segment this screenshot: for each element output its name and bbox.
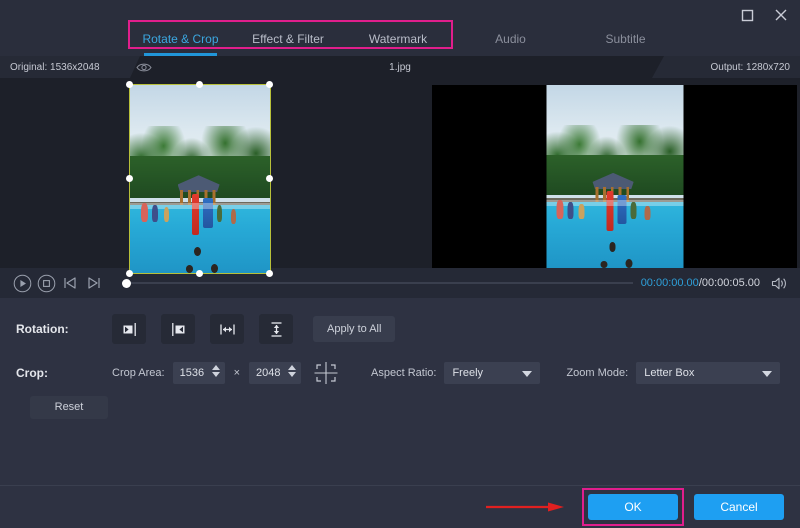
stop-icon[interactable] (34, 271, 58, 295)
video-editor-window: Rotate & Crop Effect & Filter Watermark … (0, 0, 800, 528)
timecode-display: 00:00:00.00/00:00:05.00 (641, 277, 760, 289)
volume-icon[interactable] (768, 272, 790, 294)
zoom-mode-select[interactable]: Letter Box (636, 362, 780, 384)
flip-horizontal-icon[interactable] (210, 314, 244, 344)
crop-height-stepper[interactable]: 2048 (249, 362, 301, 384)
zoom-mode-value: Letter Box (644, 367, 694, 379)
output-image (546, 85, 683, 268)
apply-to-all-button[interactable]: Apply to All (313, 316, 395, 342)
next-frame-icon[interactable] (82, 271, 106, 295)
current-time: 00:00:00.00 (641, 277, 699, 289)
crop-handle-top-right[interactable] (266, 81, 273, 88)
rotation-label: Rotation: (16, 322, 112, 336)
tab-rotate-crop-label: Rotate & Crop (142, 32, 218, 46)
crop-label: Crop: (16, 366, 112, 380)
reset-label: Reset (55, 401, 84, 413)
tab-effect-filter-label: Effect & Filter (252, 32, 324, 46)
crop-height-increment[interactable] (288, 365, 296, 370)
crop-width-value: 1536 (180, 367, 204, 379)
apply-to-all-label: Apply to All (327, 323, 381, 335)
play-icon[interactable] (10, 271, 34, 295)
crop-handle-middle-left[interactable] (126, 175, 133, 182)
chevron-down-icon[interactable] (762, 371, 772, 377)
crop-height-value: 2048 (256, 367, 280, 379)
preview-area (0, 78, 800, 268)
crop-width-increment[interactable] (212, 365, 220, 370)
crop-area-label: Crop Area: (112, 367, 165, 379)
multiply-symbol: × (234, 367, 240, 379)
crop-row: Crop: Crop Area: 1536 × 2048 (16, 360, 784, 386)
aspect-ratio-select[interactable]: Freely (444, 362, 540, 384)
timeline-track[interactable] (128, 282, 633, 284)
crop-height-spin-arrows[interactable] (288, 365, 296, 377)
tab-audio-label: Audio (495, 32, 526, 46)
reset-button[interactable]: Reset (30, 396, 108, 419)
tab-effect-filter[interactable]: Effect & Filter (233, 22, 343, 56)
rotation-row: Rotation: (16, 312, 784, 346)
original-size-label: Original: 1536x2048 (0, 56, 130, 78)
info-strip: 1.jpg Original: 1536x2048 Output: 1280x7… (0, 56, 800, 78)
cancel-button[interactable]: Cancel (694, 494, 784, 520)
crop-handle-bottom-left[interactable] (126, 270, 133, 277)
crop-handle-top-center[interactable] (196, 81, 203, 88)
output-size-label: Output: 1280x720 (664, 56, 800, 78)
footer-bar: OK Cancel (0, 485, 800, 528)
red-arrow-icon (486, 502, 564, 512)
reset-row: Reset (16, 395, 784, 419)
crop-width-stepper[interactable]: 1536 (173, 362, 225, 384)
rotate-left-icon[interactable] (112, 314, 146, 344)
tab-bar: Rotate & Crop Effect & Filter Watermark … (0, 22, 800, 56)
flip-vertical-icon[interactable] (259, 314, 293, 344)
cancel-label: Cancel (720, 500, 757, 514)
titlebar: Rotate & Crop Effect & Filter Watermark … (0, 0, 800, 56)
previous-frame-icon[interactable] (58, 271, 82, 295)
ok-button[interactable]: OK (588, 494, 678, 520)
rotate-right-icon[interactable] (161, 314, 195, 344)
tab-rotate-crop[interactable]: Rotate & Crop (128, 22, 233, 56)
total-time: 00:00:05.00 (702, 277, 760, 289)
tab-subtitle-label: Subtitle (605, 32, 645, 46)
tab-subtitle[interactable]: Subtitle (568, 22, 683, 56)
crop-handle-middle-right[interactable] (266, 175, 273, 182)
chevron-down-icon[interactable] (522, 371, 532, 377)
ok-label: OK (624, 500, 641, 514)
crop-width-decrement[interactable] (212, 372, 220, 377)
output-letterbox-frame (432, 85, 797, 268)
output-preview-pane[interactable] (430, 78, 800, 268)
crop-height-decrement[interactable] (288, 372, 296, 377)
aspect-ratio-label: Aspect Ratio: (371, 367, 436, 379)
original-preview-pane[interactable] (0, 78, 430, 268)
tab-watermark-label: Watermark (369, 32, 427, 46)
aspect-ratio-value: Freely (452, 367, 483, 379)
crop-width-spin-arrows[interactable] (212, 365, 220, 377)
tab-audio[interactable]: Audio (453, 22, 568, 56)
crop-selection-box[interactable] (129, 84, 271, 274)
tab-watermark[interactable]: Watermark (343, 22, 453, 56)
ok-button-highlight-annotation: OK (582, 488, 684, 526)
crop-handle-bottom-right[interactable] (266, 270, 273, 277)
crop-handle-bottom-center[interactable] (196, 270, 203, 277)
crop-center-icon[interactable] (313, 361, 341, 385)
playback-bar: 00:00:00.00/00:00:05.00 (0, 268, 800, 298)
timeline-knob[interactable] (122, 279, 131, 288)
eye-icon[interactable] (134, 58, 154, 76)
crop-handle-top-left[interactable] (126, 81, 133, 88)
zoom-mode-label: Zoom Mode: (566, 367, 628, 379)
settings-panel: Rotation: (0, 298, 800, 528)
